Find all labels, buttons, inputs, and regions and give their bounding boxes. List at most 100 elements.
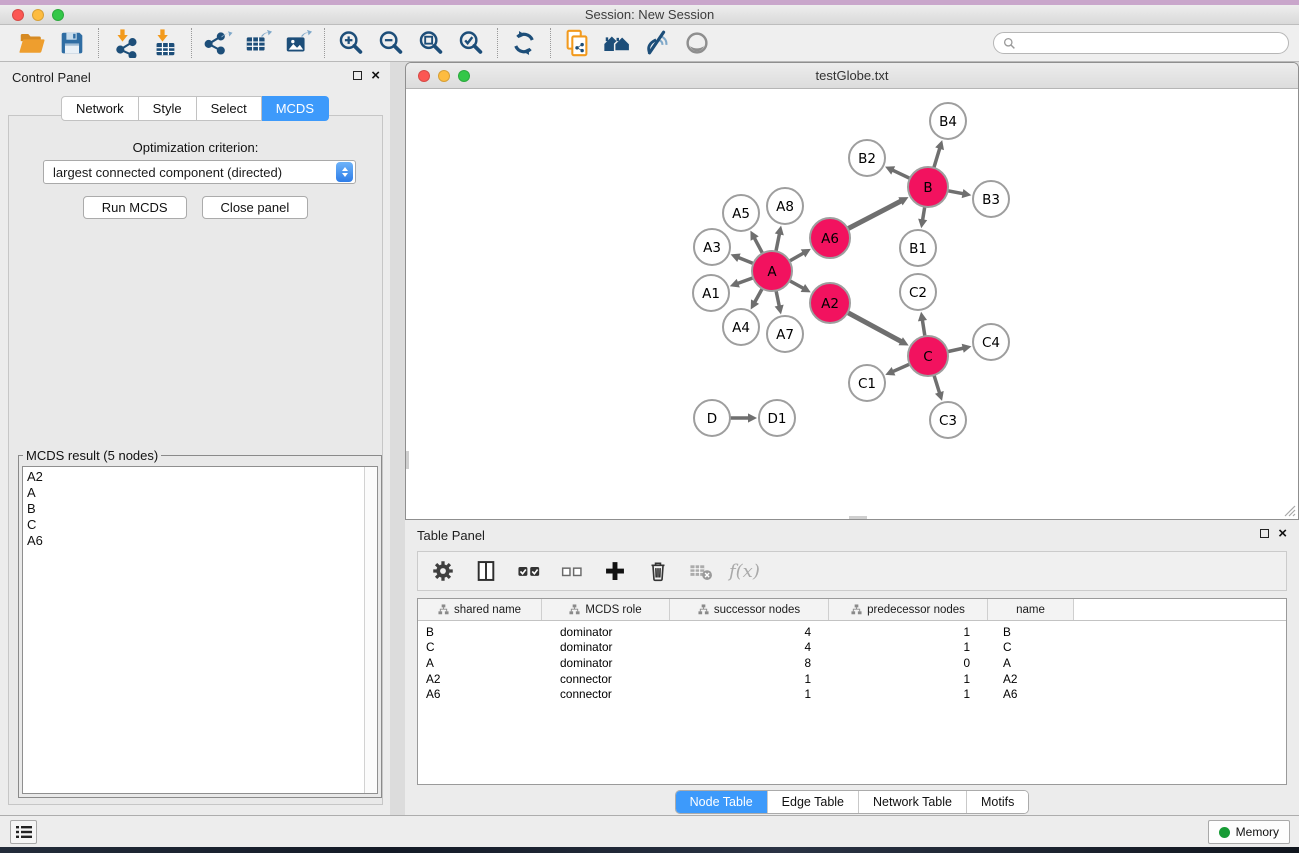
zoom-in-icon[interactable] xyxy=(331,26,371,60)
apply-function-icon[interactable]: f(x) xyxy=(729,556,760,586)
search-input[interactable] xyxy=(1021,36,1279,50)
column-header-predecessor-nodes[interactable]: predecessor nodes xyxy=(829,599,988,620)
graph-node-A1[interactable]: A1 xyxy=(693,275,729,311)
graph-node-B4[interactable]: B4 xyxy=(930,103,966,139)
export-table-icon[interactable] xyxy=(238,26,278,60)
toggle-graphics-details-icon[interactable] xyxy=(637,26,677,60)
graph-node-C3[interactable]: C3 xyxy=(930,402,966,438)
export-network-icon[interactable] xyxy=(198,26,238,60)
graph-node-A3[interactable]: A3 xyxy=(694,229,730,265)
graph-node-A5[interactable]: A5 xyxy=(723,195,759,231)
open-session-icon[interactable] xyxy=(12,26,52,60)
graph-node-C[interactable]: C xyxy=(908,336,948,376)
network-window-titlebar[interactable]: testGlobe.txt xyxy=(406,63,1298,89)
float-panel-icon[interactable] xyxy=(353,71,362,80)
close-button[interactable] xyxy=(12,9,24,21)
tab-motifs[interactable]: Motifs xyxy=(966,791,1028,813)
graph-node-B3[interactable]: B3 xyxy=(973,181,1009,217)
run-mcds-button[interactable]: Run MCDS xyxy=(83,196,187,219)
memory-button[interactable]: Memory xyxy=(1208,820,1290,844)
maximize-button[interactable] xyxy=(52,9,64,21)
network-minimize-button[interactable] xyxy=(438,70,450,82)
tab-style[interactable]: Style xyxy=(139,96,197,121)
mcds-result-group: MCDS result (5 nodes) A2ABCA6 xyxy=(18,455,382,798)
graph-node-D1[interactable]: D1 xyxy=(759,400,795,436)
criterion-select[interactable]: largest connected component (directed) xyxy=(43,160,356,184)
column-header-successor-nodes[interactable]: successor nodes xyxy=(670,599,829,620)
result-item[interactable]: B xyxy=(23,501,363,517)
graph-node-D[interactable]: D xyxy=(694,400,730,436)
task-history-button[interactable] xyxy=(10,820,37,844)
network-close-button[interactable] xyxy=(418,70,430,82)
mcds-result-listbox[interactable]: A2ABCA6 xyxy=(22,466,378,794)
graph-node-B1[interactable]: B1 xyxy=(900,230,936,266)
splitter-handle-left[interactable] xyxy=(406,451,409,469)
unselect-all-columns-icon[interactable] xyxy=(557,556,587,586)
graph-node-A8[interactable]: A8 xyxy=(767,188,803,224)
graph-node-A4[interactable]: A4 xyxy=(723,309,759,345)
close-panel-icon[interactable]: × xyxy=(371,70,380,81)
export-image-icon[interactable] xyxy=(278,26,318,60)
graph-node-A7[interactable]: A7 xyxy=(767,316,803,352)
table-row[interactable]: Adominator80A xyxy=(418,655,1286,671)
table-row[interactable]: Bdominator41B xyxy=(418,624,1286,640)
table-cell: A2 xyxy=(418,671,542,687)
delete-columns-icon[interactable] xyxy=(643,556,673,586)
graph-node-C2[interactable]: C2 xyxy=(900,274,936,310)
svg-text:A4: A4 xyxy=(732,320,750,336)
refresh-layout-icon[interactable] xyxy=(504,26,544,60)
float-table-panel-icon[interactable] xyxy=(1260,529,1269,538)
network-canvas-svg[interactable]: B4 B2 B B3 A8A5 A6 B1 A3 A C2 A1 A2 A4 A7 C4 C C1 C3 D D1 xyxy=(406,89,1298,519)
tab-select[interactable]: Select xyxy=(197,96,262,121)
show-hide-panels-icon[interactable] xyxy=(677,26,717,60)
tab-network[interactable]: Network xyxy=(61,96,139,121)
result-item[interactable]: A6 xyxy=(23,533,363,549)
column-header-shared-name[interactable]: shared name xyxy=(418,599,542,620)
table-row[interactable]: A2connector11A2 xyxy=(418,671,1286,687)
add-column-icon[interactable] xyxy=(600,556,630,586)
network-maximize-button[interactable] xyxy=(458,70,470,82)
splitter-handle-bottom[interactable] xyxy=(849,516,867,519)
graph-node-C4[interactable]: C4 xyxy=(973,324,1009,360)
result-item[interactable]: A2 xyxy=(23,469,363,485)
table-cell: 1 xyxy=(829,686,988,702)
zoom-selected-icon[interactable] xyxy=(451,26,491,60)
network-canvas[interactable]: B4 B2 B B3 A8A5 A6 B1 A3 A C2 A1 A2 A4 A7 C4 C C1 C3 D D1 xyxy=(406,89,1298,519)
table-cell: dominator xyxy=(542,640,670,656)
resize-grip[interactable] xyxy=(1283,504,1296,517)
table-row[interactable]: Cdominator41C xyxy=(418,640,1286,656)
graph-node-A[interactable]: A xyxy=(752,251,792,291)
delete-table-icon[interactable] xyxy=(686,556,716,586)
column-header-name[interactable]: name xyxy=(988,599,1074,620)
import-table-icon[interactable] xyxy=(145,26,185,60)
select-all-columns-icon[interactable] xyxy=(514,556,544,586)
graph-node-B2[interactable]: B2 xyxy=(849,140,885,176)
search-box[interactable] xyxy=(993,32,1289,54)
toggle-columns-icon[interactable] xyxy=(471,556,501,586)
graph-node-C1[interactable]: C1 xyxy=(849,365,885,401)
table-row[interactable]: A6connector11A6 xyxy=(418,686,1286,702)
graph-node-A6[interactable]: A6 xyxy=(810,218,850,258)
network-overview-icon[interactable] xyxy=(597,26,637,60)
node-table[interactable]: shared name MCDS role successor nodes pr… xyxy=(417,598,1287,785)
result-item[interactable]: C xyxy=(23,517,363,533)
tab-network-table[interactable]: Network Table xyxy=(858,791,966,813)
result-item[interactable]: A xyxy=(23,485,363,501)
tab-mcds[interactable]: MCDS xyxy=(262,96,329,121)
tab-node-table[interactable]: Node Table xyxy=(676,791,767,813)
graph-node-A2[interactable]: A2 xyxy=(810,283,850,323)
table-tabs: Node TableEdge TableNetwork TableMotifs xyxy=(405,790,1299,814)
import-network-icon[interactable] xyxy=(105,26,145,60)
tab-edge-table[interactable]: Edge Table xyxy=(767,791,858,813)
clone-network-icon[interactable] xyxy=(557,26,597,60)
column-header-MCDS-role[interactable]: MCDS role xyxy=(542,599,670,620)
minimize-button[interactable] xyxy=(32,9,44,21)
graph-node-B[interactable]: B xyxy=(908,167,948,207)
zoom-out-icon[interactable] xyxy=(371,26,411,60)
save-session-icon[interactable] xyxy=(52,26,92,60)
zoom-fit-icon[interactable] xyxy=(411,26,451,60)
settings-gear-icon[interactable] xyxy=(428,556,458,586)
result-list-scrollbar[interactable] xyxy=(364,467,377,793)
close-table-panel-icon[interactable]: × xyxy=(1278,528,1287,539)
close-panel-button[interactable]: Close panel xyxy=(202,196,309,219)
